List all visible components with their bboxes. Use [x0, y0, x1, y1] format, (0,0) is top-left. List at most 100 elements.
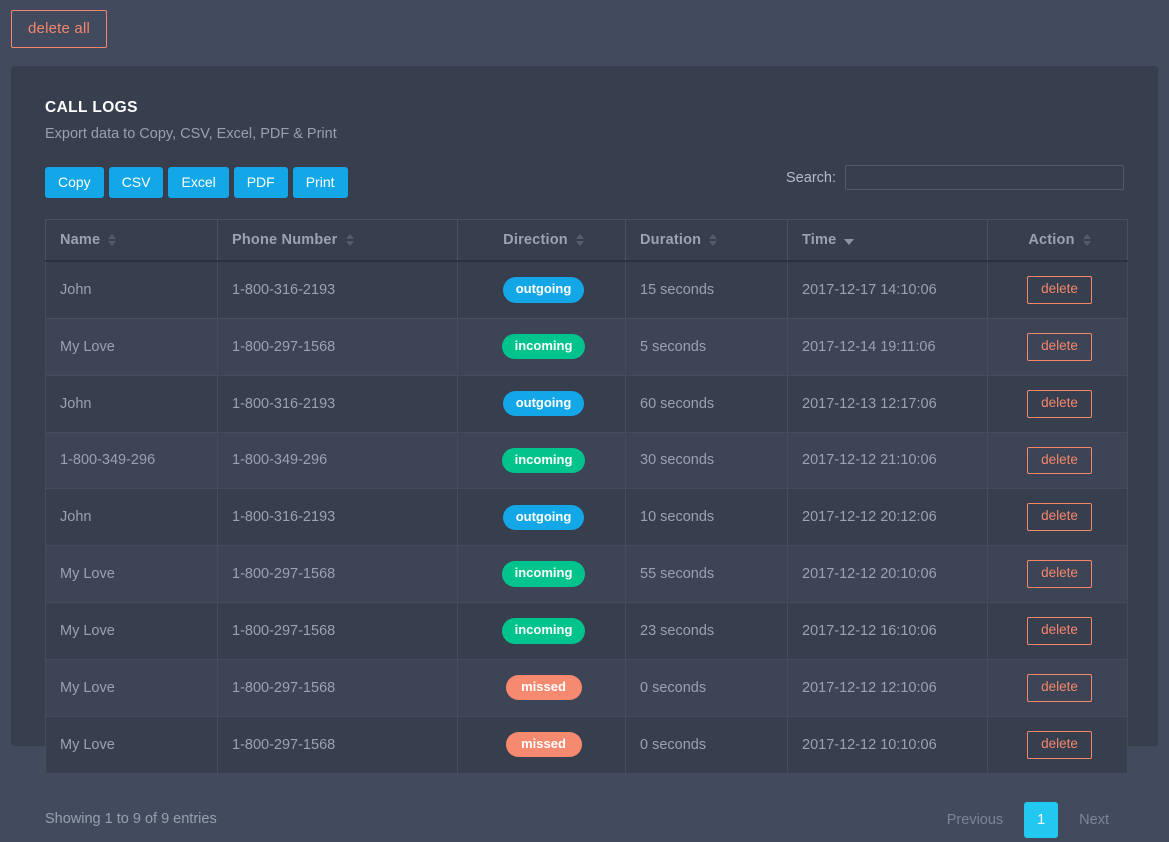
search-input[interactable] [845, 165, 1124, 190]
delete-row-button[interactable]: delete [1027, 731, 1092, 759]
cell-action: delete [988, 546, 1128, 603]
cell-action: delete [988, 432, 1128, 489]
page-title: CALL LOGS [45, 99, 1124, 117]
cell-time: 2017-12-12 12:10:06 [788, 659, 988, 716]
cell-duration: 23 seconds [626, 603, 788, 660]
cell-time: 2017-12-12 20:10:06 [788, 546, 988, 603]
column-header-label: Name [60, 232, 100, 248]
cell-direction: outgoing [458, 261, 626, 318]
cell-phone-number: 1-800-316-2193 [218, 489, 458, 546]
table-header-row: Name Phone Number Direction Duration Time Act… [46, 220, 1128, 262]
cell-action: delete [988, 659, 1128, 716]
search-area: Search: [786, 165, 1124, 190]
column-header-action[interactable]: Action [988, 220, 1128, 262]
cell-phone-number: 1-800-297-1568 [218, 318, 458, 375]
delete-row-button[interactable]: delete [1027, 674, 1092, 702]
column-header-inner: Time [802, 232, 854, 248]
export-button-copy[interactable]: Copy [45, 167, 104, 198]
delete-row-button[interactable]: delete [1027, 560, 1092, 588]
direction-badge-incoming: incoming [502, 618, 586, 643]
cell-duration: 0 seconds [626, 716, 788, 773]
export-button-excel[interactable]: Excel [168, 167, 228, 198]
column-header-label: Time [802, 232, 836, 248]
cell-direction: incoming [458, 546, 626, 603]
cell-duration: 0 seconds [626, 659, 788, 716]
sort-both-icon [1083, 234, 1091, 246]
delete-row-button[interactable]: delete [1027, 447, 1092, 475]
delete-row-button[interactable]: delete [1027, 617, 1092, 645]
cell-direction: incoming [458, 318, 626, 375]
column-header-time[interactable]: Time [788, 220, 988, 262]
cell-duration: 15 seconds [626, 261, 788, 318]
cell-name: My Love [46, 318, 218, 375]
delete-row-button[interactable]: delete [1027, 390, 1092, 418]
cell-duration: 30 seconds [626, 432, 788, 489]
sort-both-icon [576, 234, 584, 246]
call-logs-table: Name Phone Number Direction Duration Time Act… [45, 219, 1128, 774]
cell-phone-number: 1-800-297-1568 [218, 603, 458, 660]
cell-time: 2017-12-13 12:17:06 [788, 375, 988, 432]
pagination-previous[interactable]: Previous [932, 802, 1018, 839]
column-header-label: Phone Number [232, 232, 338, 248]
delete-all-button[interactable]: delete all [11, 10, 107, 48]
export-button-group: CopyCSVExcelPDFPrint [45, 167, 348, 198]
direction-badge-outgoing: outgoing [503, 277, 585, 302]
cell-action: delete [988, 261, 1128, 318]
top-bar: delete all [0, 0, 1169, 64]
column-header-inner: Direction [503, 232, 584, 248]
table-row: 1-800-349-2961-800-349-296incoming30 sec… [46, 432, 1128, 489]
column-header-label: Action [1028, 232, 1074, 248]
table-row: My Love1-800-297-1568incoming55 seconds2… [46, 546, 1128, 603]
cell-action: delete [988, 489, 1128, 546]
column-header-phone-number[interactable]: Phone Number [218, 220, 458, 262]
pagination-next[interactable]: Next [1064, 802, 1124, 839]
cell-action: delete [988, 603, 1128, 660]
cell-name: My Love [46, 659, 218, 716]
cell-phone-number: 1-800-349-296 [218, 432, 458, 489]
pagination-page-1[interactable]: 1 [1024, 802, 1058, 838]
export-button-csv[interactable]: CSV [109, 167, 164, 198]
column-header-duration[interactable]: Duration [626, 220, 788, 262]
table-row: My Love1-800-297-1568incoming23 seconds2… [46, 603, 1128, 660]
entries-info: Showing 1 to 9 of 9 entries [45, 811, 217, 827]
cell-name: My Love [46, 546, 218, 603]
delete-row-button[interactable]: delete [1027, 333, 1092, 361]
table-header: Name Phone Number Direction Duration Time Act… [46, 220, 1128, 262]
column-header-inner: Action [1028, 232, 1090, 248]
pagination: Previous 1 Next [932, 802, 1124, 839]
cell-phone-number: 1-800-316-2193 [218, 375, 458, 432]
column-header-name[interactable]: Name [46, 220, 218, 262]
table-row: My Love1-800-297-1568missed0 seconds2017… [46, 659, 1128, 716]
direction-badge-outgoing: outgoing [503, 391, 585, 416]
sort-both-icon [108, 234, 116, 246]
sort-descending-icon [844, 239, 854, 245]
cell-time: 2017-12-12 10:10:06 [788, 716, 988, 773]
search-label: Search: [786, 170, 836, 186]
call-logs-card: CALL LOGS Export data to Copy, CSV, Exce… [11, 66, 1158, 746]
direction-badge-missed: missed [506, 675, 582, 700]
export-button-pdf[interactable]: PDF [234, 167, 288, 198]
export-button-print[interactable]: Print [293, 167, 348, 198]
table-row: My Love1-800-297-1568incoming5 seconds20… [46, 318, 1128, 375]
direction-badge-outgoing: outgoing [503, 505, 585, 530]
page-subtitle: Export data to Copy, CSV, Excel, PDF & P… [45, 126, 1124, 142]
table-row: John1-800-316-2193 outgoing 10 seconds2017… [46, 489, 1128, 546]
column-header-label: Direction [503, 232, 568, 248]
sort-both-icon [709, 234, 717, 246]
column-header-direction[interactable]: Direction [458, 220, 626, 262]
cell-duration: 55 seconds [626, 546, 788, 603]
cell-time: 2017-12-12 21:10:06 [788, 432, 988, 489]
cell-duration: 60 seconds [626, 375, 788, 432]
cell-name: John [46, 489, 218, 546]
column-header-inner: Phone Number [232, 232, 354, 248]
cell-name: John [46, 261, 218, 318]
cell-duration: 10 seconds [626, 489, 788, 546]
cell-time: 2017-12-12 20:12:06 [788, 489, 988, 546]
table-footer: Showing 1 to 9 of 9 entries Previous 1 N… [45, 802, 1124, 842]
table-row: My Love1-800-297-1568missed0 seconds2017… [46, 716, 1128, 773]
column-header-inner: Duration [640, 232, 717, 248]
delete-row-button[interactable]: delete [1027, 276, 1092, 304]
delete-row-button[interactable]: delete [1027, 503, 1092, 531]
cell-direction: missed [458, 716, 626, 773]
column-header-label: Duration [640, 232, 701, 248]
